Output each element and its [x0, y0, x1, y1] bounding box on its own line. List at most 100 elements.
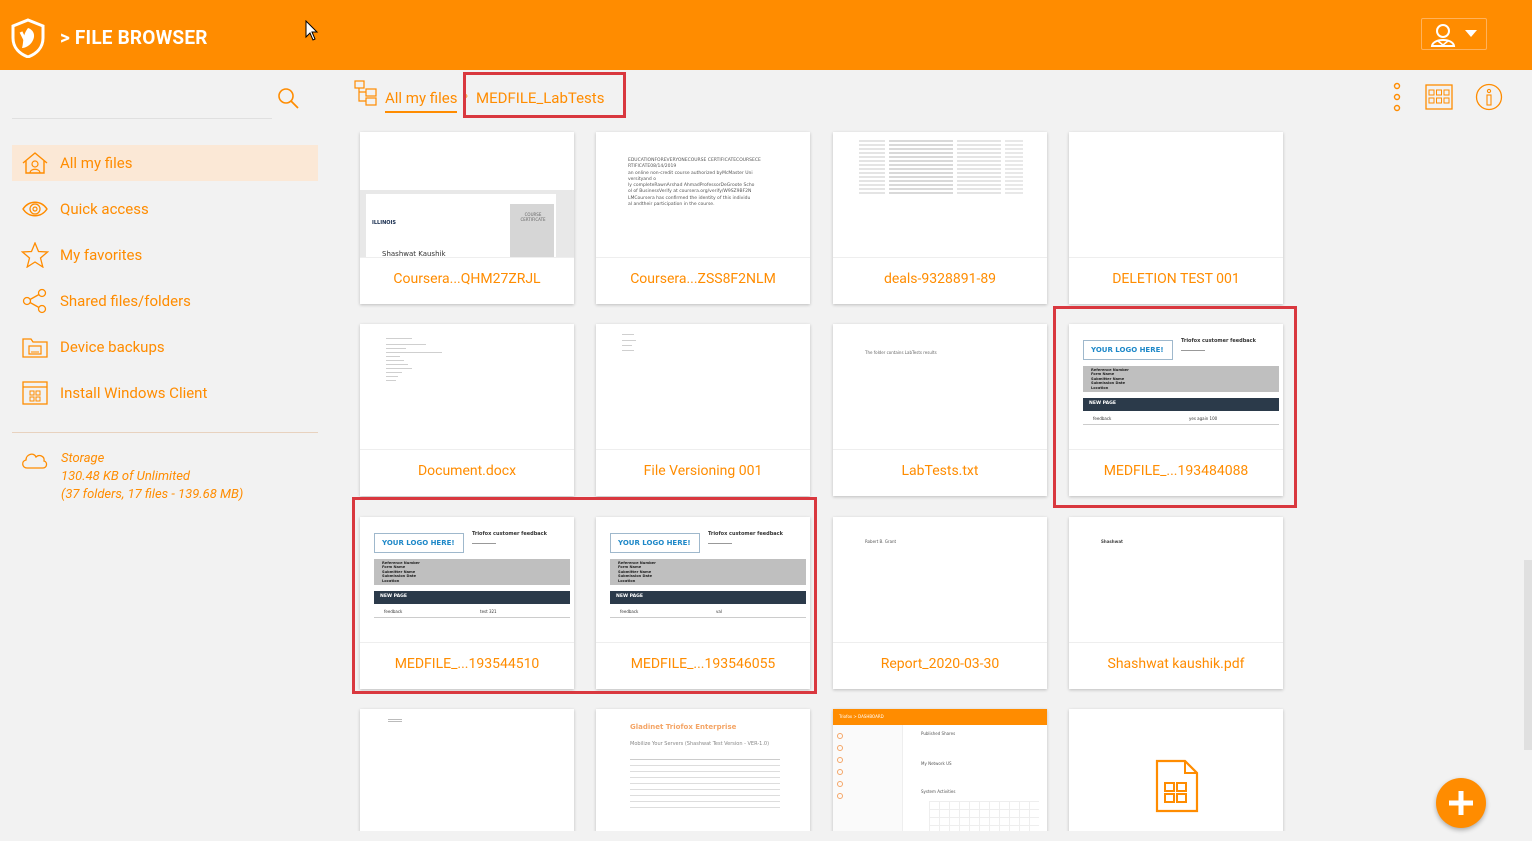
file-thumbnail: Gladinet Triofox Enterprise Mobilize You…	[596, 709, 810, 831]
thumb-text: Triofox > DASHBOARD	[839, 714, 884, 719]
thumb-text: YOUR LOGO HERE!	[1091, 346, 1164, 354]
cloud-icon	[22, 453, 48, 469]
thumb-text: My Network US	[921, 761, 952, 766]
thumb-text: YOUR LOGO HERE!	[382, 539, 455, 547]
file-name: Report_2020-03-30	[880, 656, 1000, 672]
plus-icon	[1449, 791, 1473, 815]
thumb-text: feedback	[620, 609, 639, 614]
file-name: Coursera...ZSS8F2NLM	[630, 271, 776, 287]
file-thumbnail: ILLINOIS COURSE CERTIFICATE Shashwat Kau…	[360, 132, 574, 258]
storage-text: Storage 130.48 KB of Unlimited (37 folde…	[61, 450, 243, 504]
thumb-text: ILLINOIS	[372, 220, 396, 226]
file-thumbnail: YOUR LOGO HERE! Triofox customer feedback…	[1069, 324, 1283, 450]
sidebar-item-install-windows-client[interactable]: Install Windows Client	[12, 375, 318, 411]
sidebar-item-label: Install Windows Client	[60, 384, 208, 402]
sidebar-item-my-favorites[interactable]: My favorites	[12, 237, 318, 273]
storage-used: 130.48 KB of Unlimited	[61, 469, 190, 484]
highlight-breadcrumb	[463, 72, 626, 118]
thumb-text: YOUR LOGO HERE!	[618, 539, 691, 547]
eye-icon	[20, 195, 50, 223]
thumb-text: Reference Number Form Name Submitter Name S…	[618, 561, 656, 583]
storage-label: Storage	[61, 451, 105, 466]
file-thumbnail	[1069, 709, 1283, 831]
file-card[interactable]: File Versioning 001	[596, 324, 810, 496]
file-thumbnail: Robert B. Grant	[833, 517, 1047, 643]
thumb-text: yes again 100	[1189, 416, 1218, 421]
user-menu-button[interactable]	[1421, 18, 1487, 50]
thumb-text: System Activities	[921, 789, 956, 794]
info-icon[interactable]	[1475, 83, 1503, 111]
sidebar-item-label: Quick access	[60, 200, 149, 218]
file-name: deals-9328891-89	[883, 271, 997, 287]
file-card[interactable]: YOUR LOGO HERE! Triofox customer feedback…	[360, 517, 574, 689]
search-icon[interactable]	[276, 86, 300, 110]
file-card[interactable]: Robert B. Grant Report_2020-03-30	[833, 517, 1047, 689]
file-thumbnail	[596, 324, 810, 450]
excel-file-icon	[1155, 759, 1199, 813]
file-name: Coursera...QHM27ZRJL	[393, 271, 541, 287]
thumb-text: NEW PAGE	[380, 594, 408, 599]
file-card[interactable]: YOUR LOGO HERE! Triofox customer feedback…	[1069, 324, 1283, 496]
file-card[interactable]: YOUR LOGO HERE! Triofox customer feedback…	[596, 517, 810, 689]
file-card[interactable]: Triofox > DASHBOARD Published Shares My …	[833, 709, 1047, 831]
sidebar-item-quick-access[interactable]: Quick access	[12, 191, 318, 227]
thumb-text: NEW PAGE	[616, 594, 644, 599]
file-name: MEDFILE_...193544510	[394, 656, 540, 672]
file-name: DELETION TEST 001	[1112, 271, 1240, 287]
file-browser-app: > FILE BROWSER All my files Quick access…	[0, 0, 1532, 841]
sidebar-item-label: My favorites	[60, 246, 143, 264]
file-name: File Versioning 001	[643, 463, 763, 479]
file-thumbnail	[1069, 132, 1283, 258]
thumb-text: COURSE CERTIFICATE	[520, 212, 546, 222]
windows-client-icon	[20, 379, 50, 407]
thumb-text: Reference Number Form Name Submitter Name S…	[382, 561, 420, 583]
file-thumbnail: Triofox > DASHBOARD Published Shares My …	[833, 709, 1047, 831]
file-card[interactable]: The folder contains LabTests results Lab…	[833, 324, 1047, 496]
shield-logo-icon[interactable]	[10, 18, 46, 58]
file-card[interactable]: ILLINOIS COURSE CERTIFICATE Shashwat Kau…	[360, 132, 574, 304]
share-icon	[20, 287, 50, 315]
search-input[interactable]	[12, 118, 272, 119]
file-thumbnail	[833, 132, 1047, 258]
thumb-text: Triofox customer feedback	[472, 531, 547, 537]
grid-view-icon[interactable]	[1425, 84, 1453, 110]
thumb-text: Mobilize Your Servers (Shashwat Test Ver…	[630, 741, 770, 747]
sidebar-item-all-my-files[interactable]: All my files	[12, 145, 318, 181]
thumb-text: The folder contains LabTests results	[865, 350, 937, 355]
thumb-text: Triofox customer feedback	[708, 531, 783, 537]
file-card[interactable]: EDUCATIONFOREVERYONECOURSE CERTIFICATECO…	[596, 132, 810, 304]
sidebar-item-label: Device backups	[60, 338, 165, 356]
breadcrumb-all-my-files[interactable]: All my files	[385, 89, 458, 113]
file-card[interactable]: deals-9328891-89	[833, 132, 1047, 304]
file-thumbnail: YOUR LOGO HERE! Triofox customer feedback…	[360, 517, 574, 643]
scrollbar-thumb[interactable]	[1524, 560, 1532, 750]
file-thumbnail: EDUCATIONFOREVERYONECOURSE CERTIFICATECO…	[596, 132, 810, 258]
file-card[interactable]: Gladinet Triofox Enterprise Mobilize You…	[596, 709, 810, 831]
thumb-text: test 321	[480, 609, 497, 614]
file-thumbnail: YOUR LOGO HERE! Triofox customer feedback…	[596, 517, 810, 643]
user-icon	[1430, 24, 1456, 47]
file-thumbnail: Shashwat	[1069, 517, 1283, 643]
file-card[interactable]	[360, 709, 574, 831]
thumb-text: Triofox customer feedback	[1181, 338, 1256, 344]
file-thumbnail	[360, 709, 574, 831]
thumb-text: Published Shares	[921, 731, 956, 736]
file-card[interactable]: Shashwat Shashwat kaushik.pdf	[1069, 517, 1283, 689]
thumb-text: Robert B. Grant	[865, 539, 897, 544]
file-card[interactable]	[1069, 709, 1283, 831]
sidebar-item-device-backups[interactable]: Device backups	[12, 329, 318, 365]
sidebar-item-shared-files[interactable]: Shared files/folders	[12, 283, 318, 319]
thumb-text: feedback	[384, 609, 403, 614]
folder-tree-icon[interactable]	[354, 80, 378, 106]
file-grid: ILLINOIS COURSE CERTIFICATE Shashwat Kau…	[352, 126, 1514, 831]
chevron-down-icon	[1465, 30, 1477, 37]
device-icon	[20, 333, 50, 361]
thumb-text: feedback	[1093, 416, 1112, 421]
file-card[interactable]: DELETION TEST 001	[1069, 132, 1283, 304]
sidebar-item-label: Shared files/folders	[60, 292, 191, 310]
file-name: Document.docx	[417, 463, 517, 479]
file-card[interactable]: Document.docx	[360, 324, 574, 496]
kebab-icon[interactable]	[1390, 82, 1404, 112]
add-button[interactable]	[1436, 778, 1486, 828]
thumb-text: Reference Number Form Name Submitter Name S…	[1091, 368, 1129, 390]
